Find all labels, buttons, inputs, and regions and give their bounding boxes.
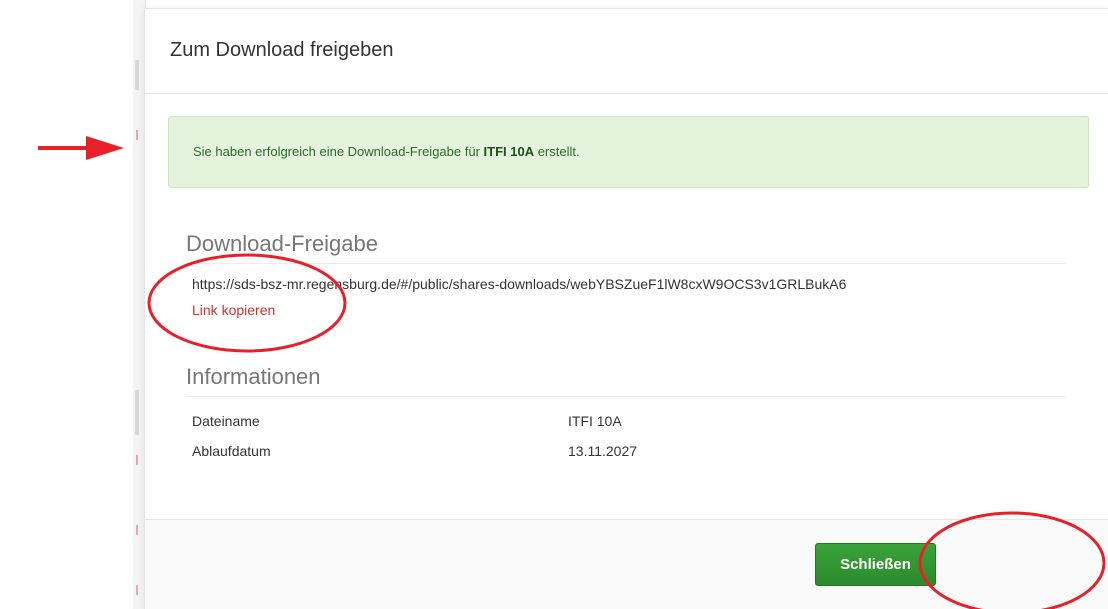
share-url-text: https://sds-bsz-mr.regensburg.de/#/publi… xyxy=(192,276,847,292)
success-alert-text: Sie haben erfolgreich eine Download-Frei… xyxy=(193,144,580,159)
alert-text-suffix: erstellt. xyxy=(534,144,580,159)
info-value-expiry-date: 13.11.2027 xyxy=(568,443,638,459)
modal-footer xyxy=(145,519,1108,609)
download-share-heading: Download-Freigabe xyxy=(186,231,378,256)
screenshot-page: Zum Download freigeben Sie haben erfolgr… xyxy=(0,0,1108,609)
background-red-mark xyxy=(136,130,138,140)
alert-share-name: ITFI 10A xyxy=(483,144,535,159)
background-scroll-mark xyxy=(135,60,139,90)
section-divider xyxy=(186,396,1066,397)
background-red-mark xyxy=(136,455,138,465)
share-download-modal: Zum Download freigeben Sie haben erfolgr… xyxy=(144,8,1108,609)
modal-title: Zum Download freigeben xyxy=(170,39,394,61)
close-button[interactable]: Schließen xyxy=(815,543,936,586)
background-red-mark xyxy=(136,525,138,535)
section-divider xyxy=(186,263,1066,264)
background-scroll-mark xyxy=(135,390,139,435)
information-heading: Informationen xyxy=(186,364,321,389)
background-red-mark xyxy=(136,585,138,595)
modal-header: Zum Download freigeben xyxy=(145,9,1108,94)
alert-text-prefix: Sie haben erfolgreich eine Download-Frei… xyxy=(193,144,484,159)
info-label-expiry-date: Ablaufdatum xyxy=(192,443,271,459)
annotation-arrow xyxy=(38,136,124,160)
copy-link-button[interactable]: Link kopieren xyxy=(192,302,275,318)
arrow-head xyxy=(86,136,124,160)
info-value-filename: ITFI 10A xyxy=(568,413,622,429)
info-label-filename: Dateiname xyxy=(192,413,260,429)
success-alert: Sie haben erfolgreich eine Download-Frei… xyxy=(168,116,1089,188)
